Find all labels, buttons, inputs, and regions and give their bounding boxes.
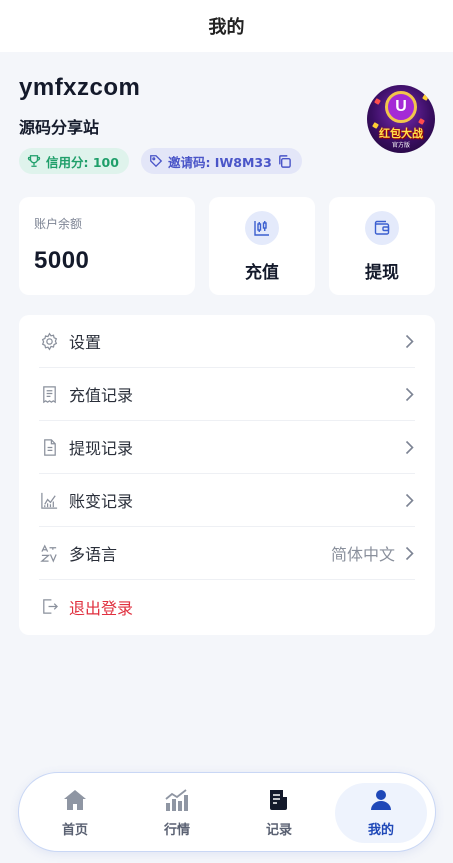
tab-market[interactable]: 行情: [131, 783, 223, 843]
menu-list: 设置 充值记录 提现记录 账变记录 多语言 简体中文 退出登录: [19, 315, 435, 635]
avatar-subtext: 官方版: [391, 142, 410, 149]
chevron-right-icon: [403, 386, 415, 402]
profile-section: ymfxzcom 源码分享站 信用分: 100 邀请码: IW8M33 U 红包…: [19, 74, 435, 178]
home-icon: [63, 789, 87, 815]
user-icon: [370, 789, 392, 815]
withdraw-label: 提现: [365, 263, 399, 283]
menu-item-logout[interactable]: 退出登录: [39, 580, 415, 633]
tab-mine[interactable]: 我的: [335, 783, 427, 843]
chevron-right-icon: [403, 333, 415, 349]
bottom-tab-bar: 首页 行情 记录 我的: [18, 772, 436, 852]
credit-label: 信用分: 100: [46, 154, 119, 170]
user-subtitle: 源码分享站: [19, 118, 100, 137]
avatar-text: 红包大战: [379, 127, 423, 140]
menu-item-recharge-records[interactable]: 充值记录: [39, 368, 415, 421]
chevron-right-icon: [403, 545, 415, 561]
withdraw-button[interactable]: 提现: [329, 197, 435, 295]
menu-label-language: 多语言: [69, 545, 118, 564]
avatar-letter: U: [385, 91, 417, 123]
menu-label-transactions: 账变记录: [69, 492, 134, 511]
menu-item-language[interactable]: 多语言 简体中文: [39, 527, 415, 580]
wallet-icon: [365, 211, 399, 245]
menu-label-recharge-records: 充值记录: [69, 386, 134, 405]
tab-label-mine: 我的: [367, 822, 394, 838]
menu-label-withdraw-records: 提现记录: [69, 439, 134, 458]
tab-label-home: 首页: [61, 822, 88, 838]
menu-item-settings[interactable]: 设置: [39, 315, 415, 368]
tab-records[interactable]: 记录: [233, 783, 325, 843]
candlestick-icon: [245, 211, 279, 245]
balance-card: 账户余额 5000: [19, 197, 195, 295]
receipt-icon: [39, 384, 59, 404]
gear-icon: [39, 331, 59, 351]
invite-label: 邀请码: IW8M33: [167, 154, 272, 170]
copy-icon[interactable]: [277, 154, 292, 169]
logout-icon: [39, 597, 59, 617]
recharge-button[interactable]: 充值: [209, 197, 315, 295]
chevron-right-icon: [403, 492, 415, 508]
menu-label-settings: 设置: [69, 333, 102, 352]
credit-badge: 信用分: 100: [19, 148, 129, 174]
page-header: 我的: [0, 0, 453, 52]
username: ymfxzcom: [19, 74, 141, 101]
chart-icon: [39, 490, 59, 510]
badge-row: 信用分: 100 邀请码: IW8M33: [19, 148, 302, 174]
record-icon: [268, 789, 290, 815]
tab-home[interactable]: 首页: [29, 783, 121, 843]
menu-item-withdraw-records[interactable]: 提现记录: [39, 421, 415, 474]
tag-icon: [149, 154, 163, 168]
invite-badge[interactable]: 邀请码: IW8M33: [140, 148, 302, 174]
page-title: 我的: [208, 17, 245, 38]
tab-label-records: 记录: [265, 822, 292, 838]
chevron-right-icon: [403, 439, 415, 455]
language-value: 简体中文: [330, 545, 395, 564]
bar-chart-icon: [165, 788, 189, 815]
balance-label: 账户余额: [34, 217, 83, 231]
recharge-label: 充值: [245, 263, 279, 283]
avatar[interactable]: U 红包大战 官方版: [367, 85, 435, 153]
menu-label-logout: 退出登录: [69, 598, 134, 618]
menu-item-transactions[interactable]: 账变记录: [39, 474, 415, 527]
tab-label-market: 行情: [163, 822, 190, 838]
trophy-icon: [27, 154, 41, 168]
document-icon: [39, 437, 59, 457]
balance-value: 5000: [34, 247, 90, 274]
translate-icon: [39, 543, 59, 563]
